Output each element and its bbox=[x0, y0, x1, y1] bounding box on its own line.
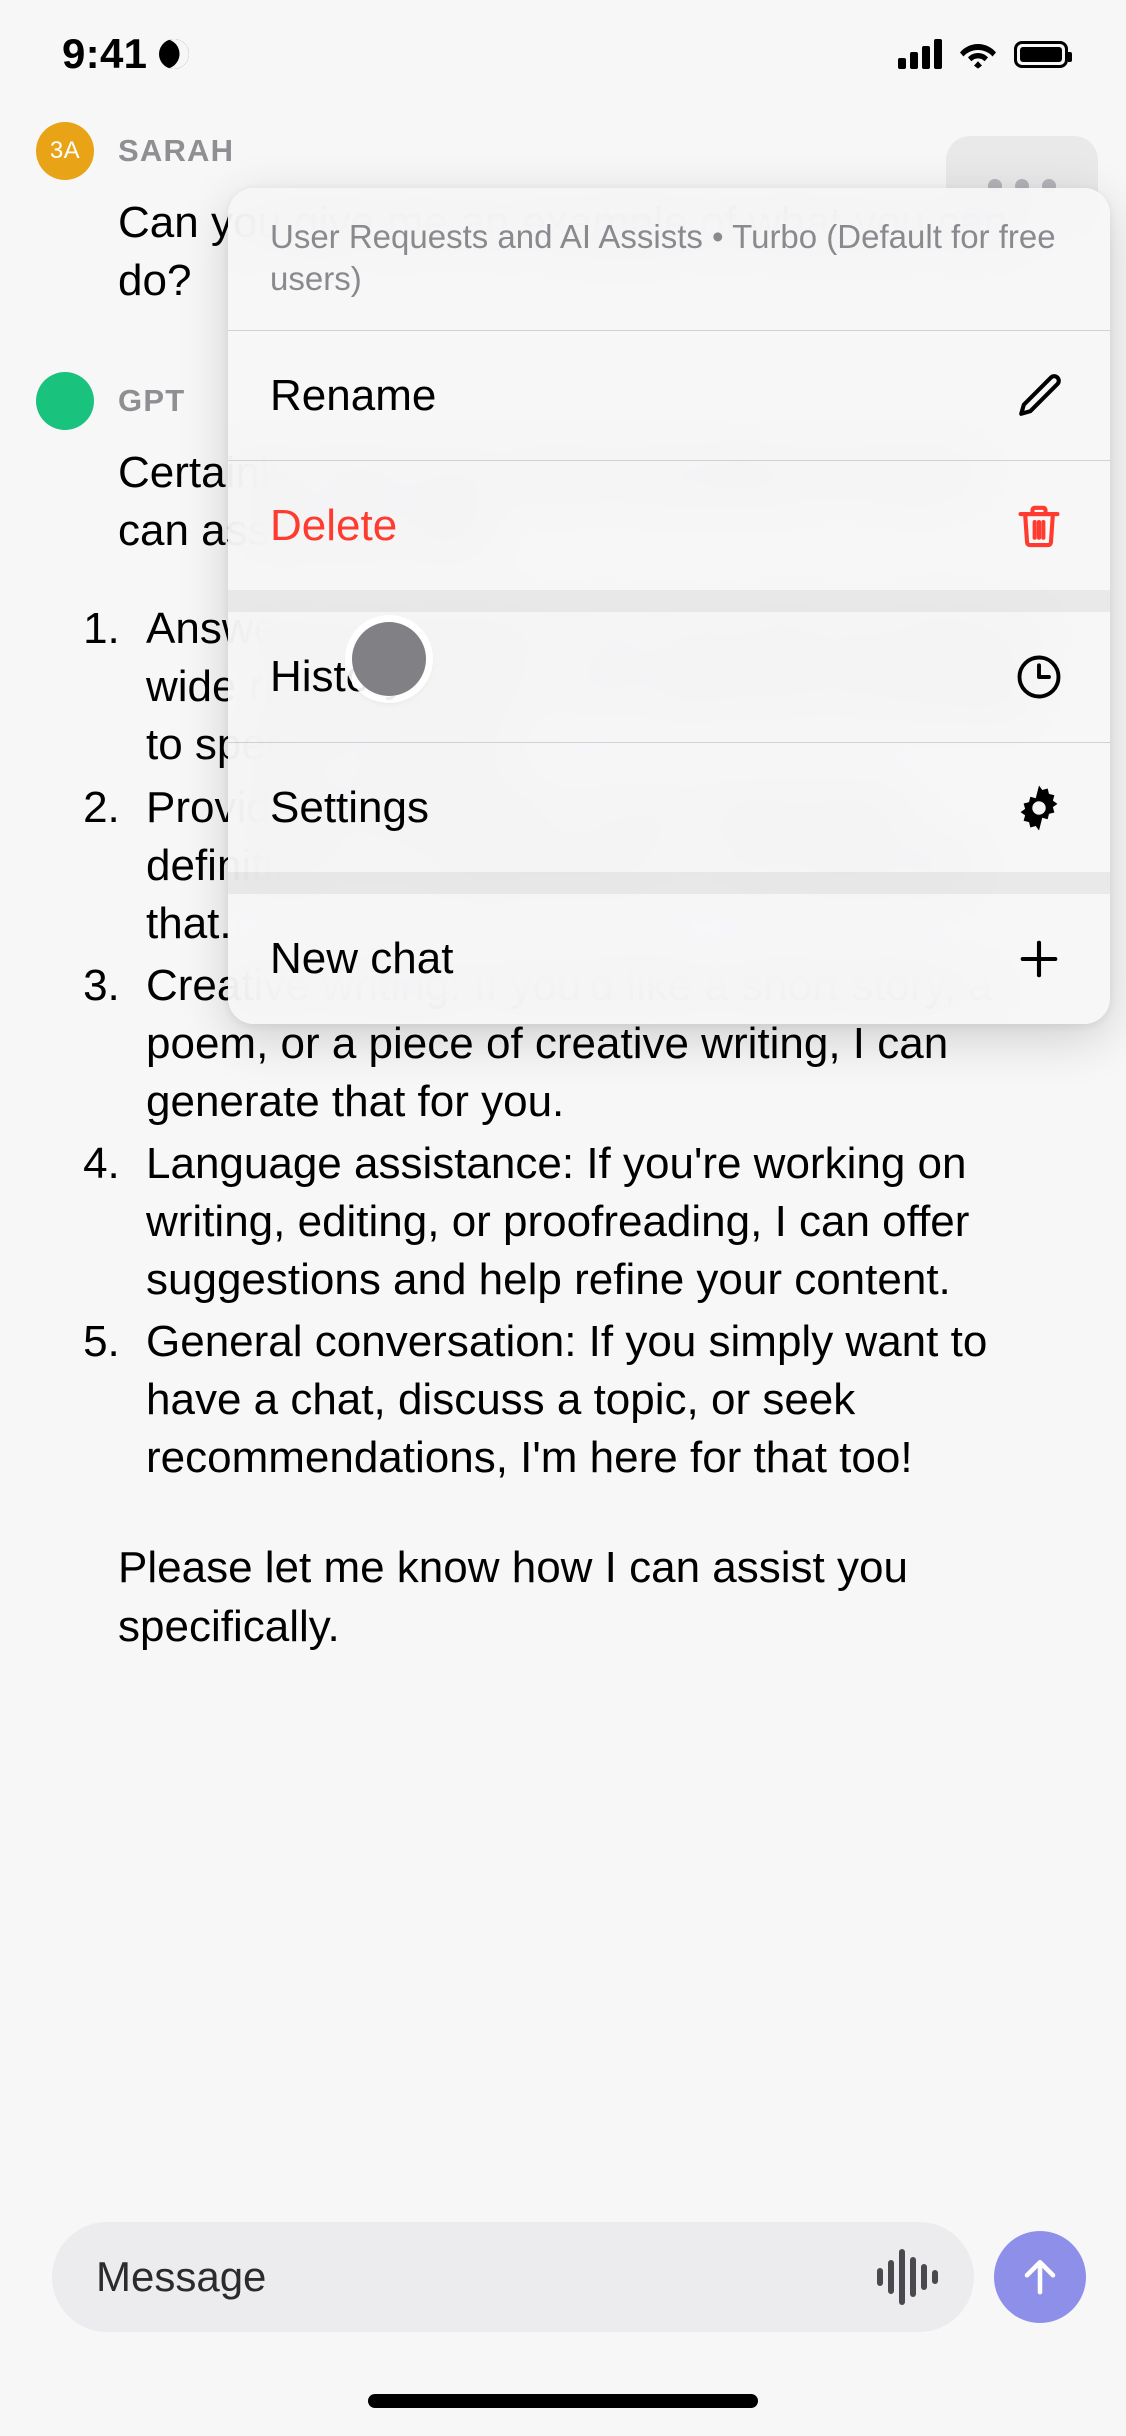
menu-item-rename[interactable]: Rename bbox=[228, 330, 1110, 460]
avatar: 3A bbox=[36, 122, 94, 180]
menu-item-new-chat[interactable]: New chat bbox=[228, 894, 1110, 1024]
gear-icon bbox=[1010, 779, 1068, 837]
message-author: SARAH bbox=[118, 133, 235, 168]
status-bar-left: 9:41 bbox=[62, 30, 189, 78]
battery-full-icon bbox=[1014, 40, 1072, 68]
menu-separator bbox=[228, 590, 1110, 613]
message-input[interactable]: Message bbox=[52, 2222, 974, 2332]
home-indicator bbox=[368, 2394, 758, 2408]
menu-item-delete[interactable]: Delete bbox=[228, 460, 1110, 590]
menu-item-settings[interactable]: Settings bbox=[228, 742, 1110, 872]
waveform-icon[interactable] bbox=[877, 2249, 938, 2305]
menu-separator bbox=[228, 872, 1110, 895]
list-item: Language assistance: If you're working o… bbox=[132, 1135, 1064, 1309]
clock-icon bbox=[1010, 648, 1068, 706]
menu-item-label: Settings bbox=[270, 782, 429, 832]
status-bar-right bbox=[898, 39, 1072, 69]
menu-item-label: Delete bbox=[270, 500, 398, 550]
pencil-icon bbox=[1010, 367, 1068, 425]
cellular-signal-icon bbox=[898, 39, 942, 69]
menu-item-label: Rename bbox=[270, 370, 437, 420]
arrow-up-icon bbox=[1024, 2259, 1056, 2295]
context-menu: User Requests and AI Assists • Turbo (De… bbox=[228, 188, 1110, 1025]
message-input-placeholder: Message bbox=[96, 2253, 267, 2300]
plus-icon bbox=[1010, 930, 1068, 988]
context-menu-header: User Requests and AI Assists • Turbo (De… bbox=[228, 188, 1110, 330]
moon-icon bbox=[159, 39, 189, 69]
context-menu-subtitle: User Requests and AI Assists • Turbo (De… bbox=[270, 218, 1056, 298]
list-item: General conversation: If you simply want… bbox=[132, 1313, 1064, 1487]
send-button[interactable] bbox=[994, 2231, 1086, 2323]
avatar bbox=[36, 372, 94, 431]
status-bar: 9:41 bbox=[0, 0, 1126, 108]
menu-item-label: New chat bbox=[270, 934, 454, 984]
status-time: 9:41 bbox=[62, 30, 148, 77]
message-author: GPT bbox=[118, 383, 186, 419]
trash-icon bbox=[1010, 497, 1068, 555]
message-closing-text: Please let me know how I can assist you … bbox=[118, 1543, 908, 1651]
touch-point[interactable] bbox=[352, 622, 426, 696]
message-header: 3A SARAH bbox=[36, 122, 1064, 180]
wifi-icon bbox=[959, 39, 997, 69]
